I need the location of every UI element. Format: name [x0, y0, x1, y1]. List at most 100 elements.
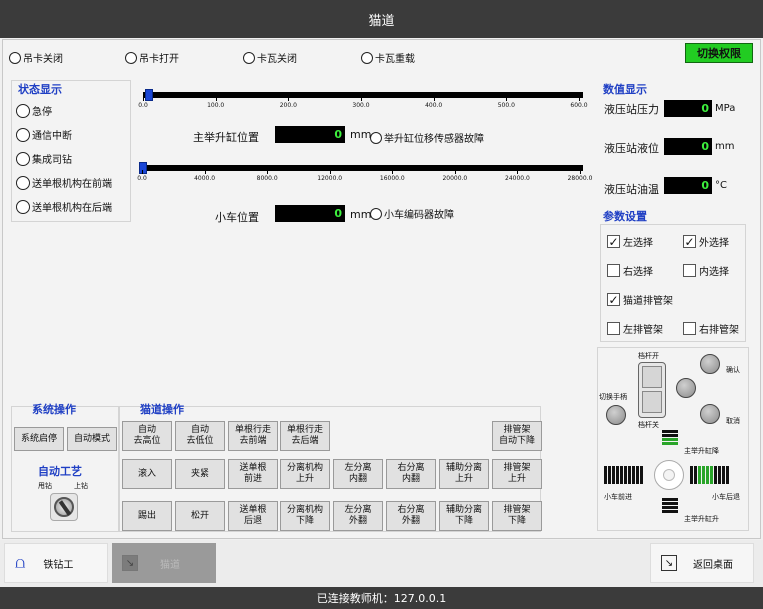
- tick-mark: [267, 170, 269, 174]
- bar-segment: [662, 434, 678, 437]
- cancel-button[interactable]: [700, 404, 720, 424]
- pressure-label: 液压站压力: [604, 103, 659, 116]
- radio-label: 吊卡打开: [139, 54, 179, 65]
- catwalk-op-button[interactable]: 送单根 前进: [228, 459, 278, 489]
- right-rack-checkbox[interactable]: 右排管架: [683, 321, 739, 336]
- cart-back-label: 小车后退: [712, 493, 740, 501]
- tick-mark: [329, 170, 331, 174]
- catwalk-op-button[interactable]: 辅助分离 下降: [439, 501, 489, 531]
- catwalk-op-button[interactable]: 排管架 上升: [492, 459, 542, 489]
- radio-label: 卡瓦关闭: [257, 54, 297, 65]
- bar-segment: [698, 466, 701, 484]
- checkbox-box: [683, 322, 696, 335]
- cart-position-unit: mm: [350, 208, 372, 221]
- catwalk-op-button[interactable]: 右分离 内翻: [386, 459, 436, 489]
- catwalk-ops-panel: 猫道操作 自动 去高位 自动 去低位 单根行走 去前端 单根行走 去后端 排管架 自动下…: [119, 403, 542, 532]
- lift-up-bars: [662, 498, 678, 513]
- tick-label: 100.0: [207, 102, 225, 109]
- left-rack-checkbox[interactable]: 左排管架: [607, 321, 663, 336]
- fault-label: 小车编码器故障: [384, 210, 454, 221]
- catwalk-op-button[interactable]: 排管架 下降: [492, 501, 542, 531]
- main-panel: 吊卡关闭 吊卡打开 卡瓦关闭 卡瓦重载 切换权限 状态显示 急停 通信中断 集成…: [2, 39, 761, 539]
- bar-segment: [662, 502, 678, 505]
- catwalk-op-button[interactable]: 单根行走 去后端: [280, 421, 330, 451]
- status-indicator: [16, 103, 30, 118]
- lever-bottom-segment: [642, 391, 662, 413]
- status-integrated-driller: 集成司钻: [16, 151, 72, 166]
- tick-label: 300.0: [352, 102, 370, 109]
- checkbox-box: [607, 322, 620, 335]
- catwalk-op-button[interactable]: 自动 去高位: [122, 421, 172, 451]
- catwalk-op-button[interactable]: 自动 去低位: [175, 421, 225, 451]
- catwalk-op-button[interactable]: 分离机构 下降: [280, 501, 330, 531]
- catwalk-op-button[interactable]: 滚入: [122, 459, 172, 489]
- status-label: 集成司钻: [32, 155, 72, 166]
- bar-segment: [694, 466, 697, 484]
- catwalk-op-button[interactable]: 送单根 后退: [228, 501, 278, 531]
- tick-label: 8000.0: [256, 175, 278, 182]
- bar-segment: [710, 466, 713, 484]
- auto-mode-button[interactable]: 自动模式: [67, 427, 117, 451]
- catwalk-op-button[interactable]: 松开: [175, 501, 225, 531]
- catwalk-nav[interactable]: ↘ 猫道: [112, 543, 216, 583]
- catwalk-rack-checkbox[interactable]: ✓ 猫道排管架: [607, 292, 673, 307]
- left-select-checkbox[interactable]: ✓ 左选择: [607, 234, 653, 249]
- confirm-button[interactable]: [700, 354, 720, 374]
- bar-segment: [608, 466, 611, 484]
- joystick-dpad[interactable]: [654, 460, 684, 490]
- lift-position-slider[interactable]: 0.0 100.0 200.0 300.0 400.0 500.0 600.0: [138, 86, 588, 116]
- center-button[interactable]: [676, 378, 696, 398]
- switch-permission-button[interactable]: 切换权限: [685, 43, 753, 63]
- radio-indicator: [243, 51, 255, 64]
- switch-handle-button[interactable]: [606, 405, 626, 425]
- catwalk-op-button[interactable]: 分离机构 上升: [280, 459, 330, 489]
- radio-elevator-open[interactable]: 吊卡打开: [125, 50, 179, 65]
- lift-position-unit: mm: [350, 128, 372, 141]
- cart-position-value: 0: [275, 205, 345, 222]
- checkbox-box: ✓: [683, 235, 696, 249]
- bar-segment: [714, 466, 717, 484]
- right-select-checkbox[interactable]: 右选择: [607, 263, 653, 278]
- cart-forward-bars: [604, 466, 643, 484]
- catwalk-op-button[interactable]: 左分离 外翻: [333, 501, 383, 531]
- status-display-panel: 状态显示 急停 通信中断 集成司钻 送单根机构在前端 送单根机构在后端: [11, 80, 131, 222]
- catwalk-op-button[interactable]: 右分离 外翻: [386, 501, 436, 531]
- bar-segment: [624, 466, 627, 484]
- radio-elevator-close[interactable]: 吊卡关闭: [9, 50, 63, 65]
- catwalk-op-button[interactable]: 夹紧: [175, 459, 225, 489]
- lever-switch[interactable]: [638, 362, 666, 418]
- switch-handle-label: 切换手柄: [599, 393, 627, 401]
- tick-label: 16000.0: [379, 175, 405, 182]
- bar-segment: [662, 506, 678, 509]
- status-indicator: [16, 199, 30, 214]
- system-start-stop-button[interactable]: 系统启停: [14, 427, 64, 451]
- catwalk-op-button[interactable]: 踢出: [122, 501, 172, 531]
- catwalk-op-button[interactable]: 排管架 自动下降: [492, 421, 542, 451]
- iron-roughneck-nav[interactable]: ⩍ 铁钻工: [4, 543, 108, 583]
- bar-segment: [702, 466, 705, 484]
- radio-label: 卡瓦重载: [375, 54, 415, 65]
- catwalk-op-button[interactable]: 单根行走 去前端: [228, 421, 278, 451]
- catwalk-nav-label: 猫道: [160, 559, 180, 571]
- tick-mark: [204, 170, 206, 174]
- lever-open-label: 档杆开: [638, 352, 659, 360]
- catwalk-op-button[interactable]: 左分离 内翻: [333, 459, 383, 489]
- status-label: 急停: [32, 107, 52, 118]
- bar-segment: [662, 498, 678, 501]
- tick-label: 600.0: [570, 102, 588, 109]
- status-display-title: 状态显示: [18, 83, 62, 96]
- return-desktop-button[interactable]: ↘ 返回桌面: [650, 543, 754, 583]
- status-indicator: [16, 127, 30, 142]
- slider-thumb[interactable]: [139, 162, 147, 174]
- inner-select-checkbox[interactable]: 内选择: [683, 263, 729, 278]
- cart-encoder-fault: 小车编码器故障: [370, 206, 454, 221]
- bar-segment: [726, 466, 729, 484]
- cart-position-slider[interactable]: 0.0 4000.0 8000.0 12000.0 16000.0 20000.0 2400…: [137, 162, 592, 192]
- catwalk-ops-title: 猫道操作: [140, 403, 184, 416]
- radio-slips-close[interactable]: 卡瓦关闭: [243, 50, 297, 65]
- auto-process-knob[interactable]: [50, 493, 78, 521]
- radio-slips-heavy[interactable]: 卡瓦重载: [361, 50, 415, 65]
- catwalk-op-button[interactable]: 辅助分离 上升: [439, 459, 489, 489]
- slider-thumb[interactable]: [145, 89, 153, 101]
- outer-select-checkbox[interactable]: ✓ 外选择: [683, 234, 729, 249]
